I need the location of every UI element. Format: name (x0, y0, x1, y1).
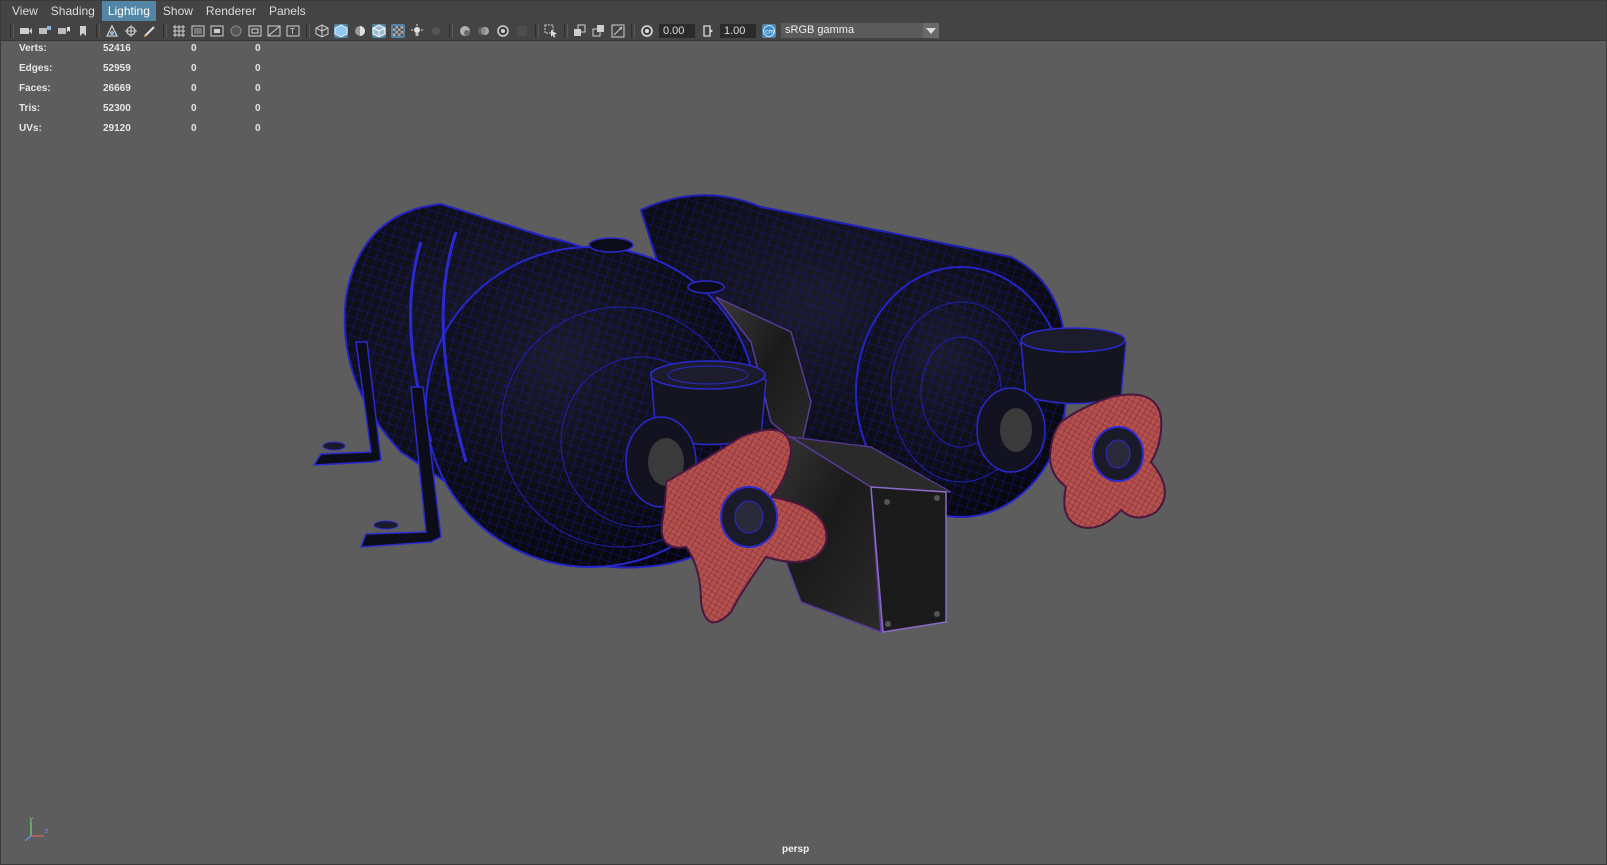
camera-attributes-icon[interactable] (38, 24, 52, 38)
back-valve-knob (1049, 393, 1166, 529)
grid-icon[interactable] (172, 24, 186, 38)
film-gate-icon[interactable] (191, 24, 205, 38)
isolate-select-icon[interactable] (544, 24, 558, 38)
panel-menu-bar: View Shading Lighting Show Renderer Pane… (1, 1, 1606, 21)
svg-text:T: T (289, 27, 295, 36)
two-d-pan-zoom-icon[interactable] (105, 24, 119, 38)
gamma-field[interactable]: 1.00 (720, 23, 756, 38)
toolbar-separator (564, 23, 568, 38)
wireframe-icon[interactable] (315, 23, 329, 38)
use-default-material-icon[interactable] (353, 24, 367, 38)
smooth-shade-icon[interactable] (334, 23, 348, 38)
shadows-icon[interactable] (429, 24, 443, 38)
toolbar-separator (306, 23, 310, 38)
xray-icon[interactable] (391, 23, 405, 38)
toolbar-separator (10, 23, 14, 38)
xray-active-components-icon[interactable] (592, 24, 606, 38)
gamma-icon[interactable] (701, 24, 715, 38)
viewport-panel: View Shading Lighting Show Renderer Pane… (0, 0, 1607, 865)
image-plane-icon[interactable] (76, 24, 90, 38)
resolution-gate-icon[interactable] (210, 24, 224, 38)
menu-panels[interactable]: Panels (263, 1, 312, 21)
safe-title-icon[interactable]: T (286, 24, 300, 38)
camera-name-label: persp (782, 844, 810, 855)
screen-space-ao-icon[interactable] (458, 24, 472, 38)
axis-gizmo: y z (24, 815, 49, 842)
toolbar-separator (535, 23, 539, 38)
pencil-icon[interactable] (143, 24, 157, 38)
menu-view[interactable]: View (6, 1, 44, 21)
menu-shading[interactable]: Shading (45, 1, 101, 21)
view-transform-select[interactable]: sRGB gamma (781, 23, 939, 38)
panel-toolbar: T 0.00 1.00 cm sRGB gamma (1, 21, 1606, 41)
menu-show[interactable]: Show (157, 1, 199, 21)
toolbar-separator (163, 23, 167, 38)
bookmarks-icon[interactable] (57, 24, 71, 38)
menu-renderer[interactable]: Renderer (200, 1, 262, 21)
scene-model[interactable] (1, 42, 1606, 864)
toolbar-separator (96, 23, 100, 38)
toolbar-separator (449, 23, 453, 38)
backface-culling-icon[interactable] (611, 24, 625, 38)
field-chart-icon[interactable] (248, 24, 262, 38)
y-axis-label: y (29, 815, 33, 823)
menu-lighting[interactable]: Lighting (101, 1, 156, 21)
select-camera-icon[interactable] (19, 24, 33, 38)
color-management-icon[interactable]: cm (762, 23, 776, 38)
depth-of-field-icon[interactable] (515, 24, 529, 38)
motion-blur-icon[interactable] (477, 24, 491, 38)
gate-mask-icon[interactable] (229, 24, 243, 38)
view-transform-value: sRGB gamma (785, 24, 855, 36)
svg-text:cm: cm (765, 28, 774, 35)
exposure-field[interactable]: 0.00 (659, 23, 695, 38)
multisample-aa-icon[interactable] (496, 24, 510, 38)
3d-viewport[interactable]: Verts: 52416 0 0 Edges: 52959 0 0 Faces:… (1, 42, 1606, 864)
exposure-icon[interactable] (640, 24, 654, 38)
z-axis-line (24, 835, 32, 842)
toolbar-separator (631, 23, 635, 38)
xray-joints-icon[interactable] (573, 24, 587, 38)
z-axis-label: z (45, 827, 49, 835)
use-all-lights-icon[interactable] (410, 23, 424, 38)
grease-pencil-icon[interactable] (124, 24, 138, 38)
chevron-down-icon[interactable] (923, 23, 939, 38)
wireframe-on-shaded-icon[interactable] (372, 23, 386, 38)
safe-action-icon[interactable] (267, 24, 281, 38)
